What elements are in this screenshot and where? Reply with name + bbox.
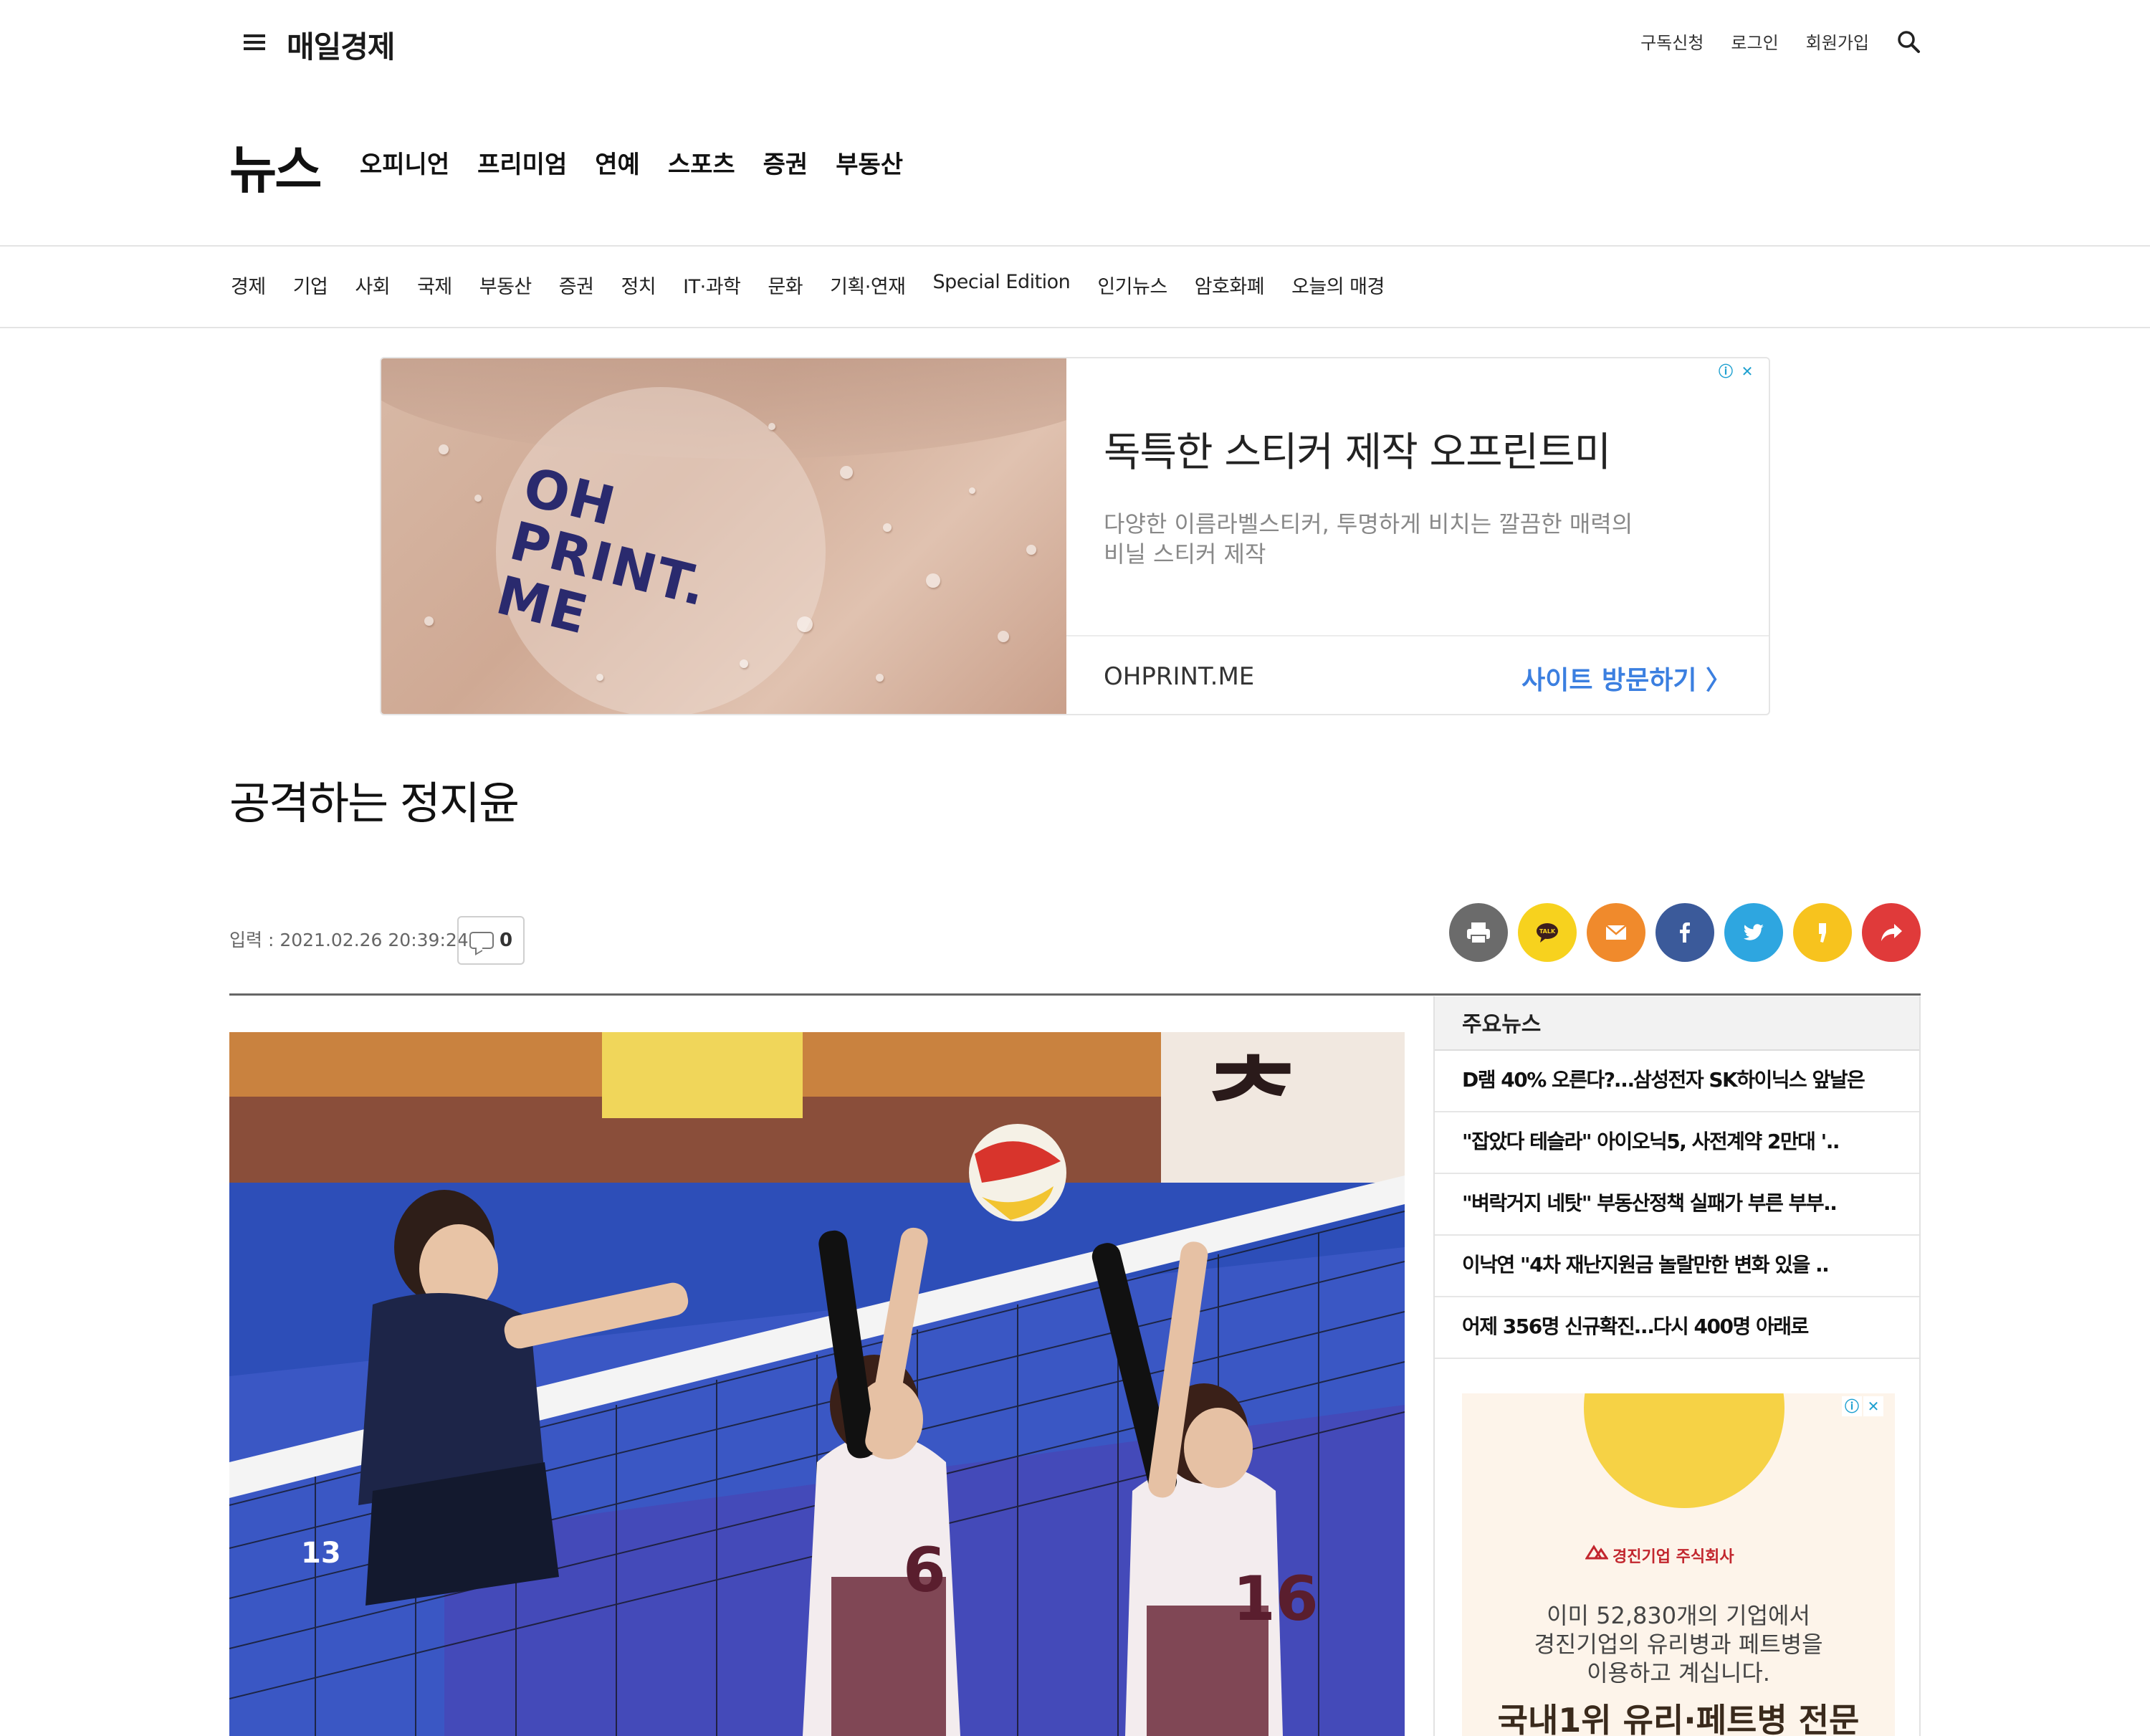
subnav-item[interactable]: 부동산 xyxy=(479,271,532,299)
ad-choices[interactable]: ⓘ ✕ xyxy=(1716,361,1757,381)
svg-text:TALK: TALK xyxy=(1539,928,1556,935)
print-button[interactable] xyxy=(1449,903,1508,962)
top-advertisement[interactable]: OH PRINT. ME ⓘ ✕ 독특한 스티커 제작 오프린트미 다양한 이름… xyxy=(380,357,1770,715)
subnav-item[interactable]: IT·과학 xyxy=(683,271,741,299)
subnav-item[interactable]: 암호화폐 xyxy=(1195,271,1265,299)
ad-sun-graphic xyxy=(1584,1393,1784,1508)
email-button[interactable] xyxy=(1587,903,1645,962)
share-more-button[interactable] xyxy=(1862,903,1921,962)
ad-description: 다양한 이름라벨스티커, 투명하게 비치는 깔끔한 매력의 비닐 스티커 제작 xyxy=(1104,510,1633,568)
subnav-item[interactable]: 오늘의 매경 xyxy=(1291,271,1385,299)
top-news-item[interactable]: 어제 356명 신규확진…다시 400명 아래로 xyxy=(1435,1297,1919,1359)
email-icon xyxy=(1605,925,1627,940)
article-divider xyxy=(229,993,1921,996)
comment-count: 0 xyxy=(499,930,513,951)
subnav-item[interactable]: 인기뉴스 xyxy=(1097,271,1167,299)
nav-opinion[interactable]: 오피니언 xyxy=(360,145,449,180)
ad-footer: OHPRINT.ME 사이트 방문하기 〉 xyxy=(1066,635,1769,714)
jersey-number-16: 16 xyxy=(1233,1563,1319,1635)
facebook-icon xyxy=(1680,922,1690,943)
company-logo-icon xyxy=(1585,1545,1608,1560)
subnav-item[interactable]: Special Edition xyxy=(933,271,1071,299)
subnav-item[interactable]: 사회 xyxy=(355,271,390,299)
ad-title[interactable]: 독특한 스티커 제작 오프린트미 xyxy=(1104,420,1611,478)
kakaostory-button[interactable] xyxy=(1793,903,1852,962)
facebook-button[interactable] xyxy=(1656,903,1714,962)
search-icon[interactable] xyxy=(1896,29,1921,54)
top-news-item[interactable]: 이낙연 "4차 재난지원금 놀랄만한 변화 있을 .. xyxy=(1435,1236,1919,1297)
site-logo[interactable]: 매일경제 xyxy=(287,23,396,67)
kakaotalk-button[interactable]: TALK xyxy=(1518,903,1577,962)
signup-link[interactable]: 회원가입 xyxy=(1806,29,1869,54)
subnav-item[interactable]: 기업 xyxy=(293,271,328,299)
ad-close-icon[interactable]: ✕ xyxy=(1737,361,1757,381)
top-bar: 매일경제 구독신청 로그인 회원가입 xyxy=(0,0,2150,86)
volleyball-photo-illustration: ᅔ 13 6 16 xyxy=(229,1032,1405,1736)
top-news-item[interactable]: D램 40% 오른다?…삼성전자 SK하이닉스 앞날은 xyxy=(1435,1051,1919,1112)
login-link[interactable]: 로그인 xyxy=(1731,29,1778,54)
ad-close-icon[interactable]: ✕ xyxy=(1863,1396,1883,1416)
divider xyxy=(0,327,2150,328)
sidebar-advertisement[interactable]: ⓘ ✕ 경진기업 주식회사 이미 52,830개의 기업에서 경진기업의 유리병… xyxy=(1462,1393,1895,1736)
utility-links: 구독신청 로그인 회원가입 xyxy=(1640,29,1921,54)
twitter-button[interactable] xyxy=(1724,903,1783,962)
main-nav: 오피니언 프리미엄 연예 스포츠 증권 부동산 xyxy=(360,145,903,180)
ad-headline: 국내1위 유리·페트병 전문 xyxy=(1497,1701,1860,1736)
svg-text:ᅔ: ᅔ xyxy=(1204,1039,1303,1165)
divider xyxy=(0,245,2150,247)
ad-domain[interactable]: OHPRINT.ME xyxy=(1104,662,1254,691)
share-buttons: TALK xyxy=(1449,903,1921,962)
subnav-item[interactable]: 증권 xyxy=(559,271,594,299)
ad-company-name: 경진기업 주식회사 xyxy=(1612,1548,1734,1566)
article-date: 입력 : 2021.02.26 20:39:24 xyxy=(229,930,469,950)
subscribe-link[interactable]: 구독신청 xyxy=(1640,29,1704,54)
ad-body-text: 이미 52,830개의 기업에서 경진기업의 유리병과 페트병을 이용하고 계십… xyxy=(1534,1602,1823,1687)
comment-button[interactable]: 0 xyxy=(457,916,525,965)
article-photo[interactable]: ᅔ 13 6 16 xyxy=(229,1032,1405,1736)
subnav-item[interactable]: 정치 xyxy=(621,271,656,299)
nav-entertainment[interactable]: 연예 xyxy=(595,145,640,180)
ad-choices[interactable]: ⓘ ✕ xyxy=(1842,1396,1883,1416)
print-icon xyxy=(1467,922,1490,944)
ad-visit-button[interactable]: 사이트 방문하기 〉 xyxy=(1521,659,1731,697)
top-news-item[interactable]: "잡았다 테슬라" 아이오닉5, 사전계약 2만대 '.. xyxy=(1435,1112,1919,1174)
nav-realestate[interactable]: 부동산 xyxy=(836,145,903,180)
kakaostory-icon xyxy=(1819,923,1826,943)
subnav-item[interactable]: 기획·연재 xyxy=(830,271,906,299)
menu-icon[interactable] xyxy=(244,34,265,50)
share-icon xyxy=(1881,924,1902,941)
ad-info-icon[interactable]: ⓘ xyxy=(1842,1396,1862,1416)
nav-stocks[interactable]: 증권 xyxy=(763,145,808,180)
nav-sports[interactable]: 스포츠 xyxy=(668,145,735,180)
section-title[interactable]: 뉴스 xyxy=(229,128,322,203)
subnav-item[interactable]: 경제 xyxy=(231,271,266,299)
top-news-item[interactable]: "벼락거지 네탓" 부동산정책 실패가 부른 부부.. xyxy=(1435,1174,1919,1236)
ad-image[interactable]: OH PRINT. ME xyxy=(381,358,1066,714)
sidebar: 주요뉴스 D램 40% 오른다?…삼성전자 SK하이닉스 앞날은 "잡았다 테슬… xyxy=(1433,996,1921,1736)
nav-premium[interactable]: 프리미엄 xyxy=(477,145,567,180)
subnav-item[interactable]: 국제 xyxy=(417,271,452,299)
jersey-number-6: 6 xyxy=(903,1535,946,1606)
comment-icon xyxy=(469,932,494,949)
kakaotalk-icon: TALK xyxy=(1537,923,1558,943)
top-news-list: D램 40% 오른다?…삼성전자 SK하이닉스 앞날은 "잡았다 테슬라" 아이… xyxy=(1435,1051,1919,1359)
ad-info-icon[interactable]: ⓘ xyxy=(1716,361,1736,381)
article-headline: 공격하는 정지윤 xyxy=(229,777,520,829)
sub-nav: 경제 기업 사회 국제 부동산 증권 정치 IT·과학 문화 기획·연재 Spe… xyxy=(231,271,1385,299)
twitter-icon xyxy=(1743,924,1764,940)
subnav-item[interactable]: 문화 xyxy=(768,271,803,299)
top-news-heading: 주요뉴스 xyxy=(1435,996,1919,1051)
jersey-number-13: 13 xyxy=(301,1537,341,1570)
